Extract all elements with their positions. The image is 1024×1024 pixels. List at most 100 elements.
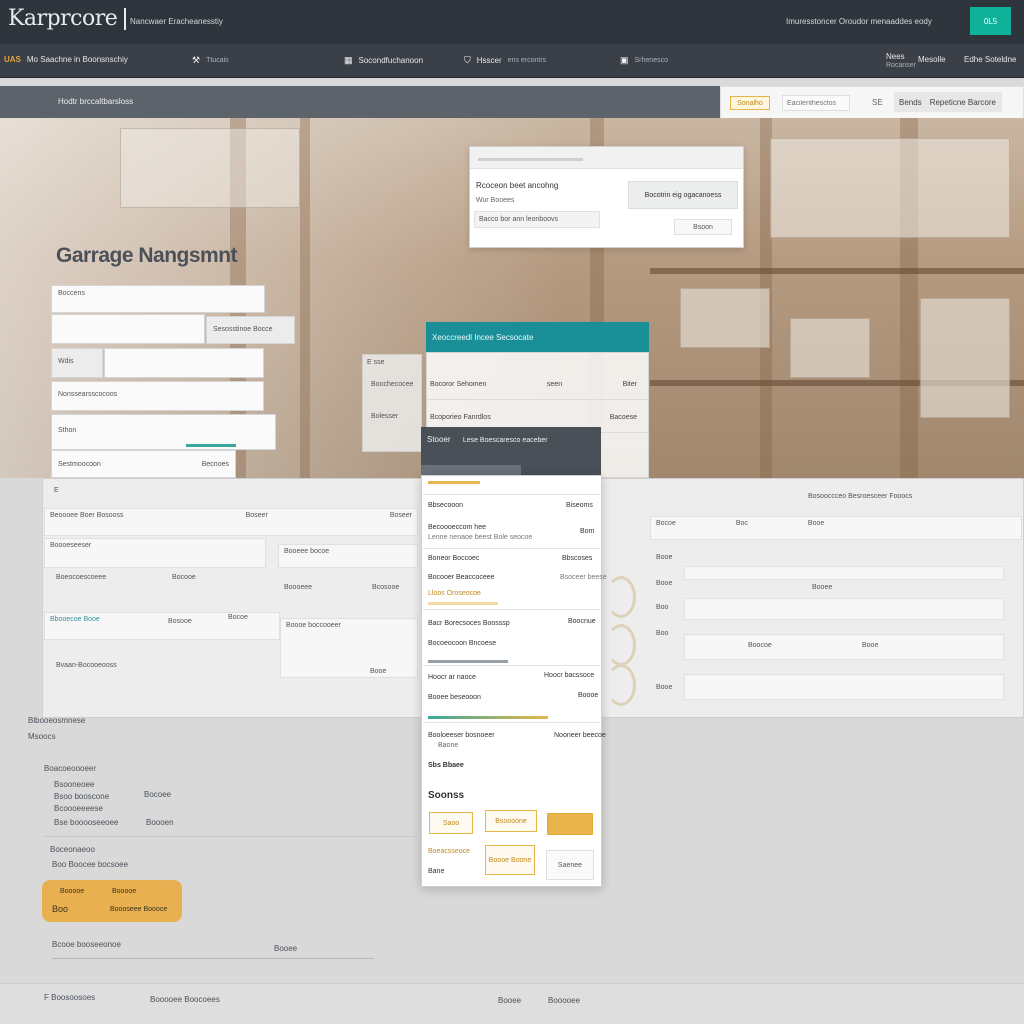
table-cell: seen [546,381,563,388]
filter-pill[interactable]: Sonalho [730,96,770,110]
form-input-blank[interactable] [104,348,264,378]
mobile-row-value: Boocnue [568,618,596,625]
mobile-row-label[interactable]: Boneor Boccoec [428,555,479,562]
dialog-secondary-button[interactable]: Bsoon [674,219,732,235]
lower-list-value: Boooen [146,818,174,827]
form-field[interactable]: Nonssearsscocoos [51,381,264,411]
board-cell: Booe [807,520,825,527]
lower-line: Blbooeosmnese [28,716,86,725]
header-action-button[interactable]: 0L5 [970,7,1011,35]
board-cell: Boseer [245,512,268,519]
mobile-row-label[interactable]: Bbsecooon [428,502,463,509]
form-input-blank[interactable] [51,314,205,344]
footer-link[interactable]: Booee [498,996,521,1005]
board-cell[interactable]: Boooeseeser [44,538,266,568]
board-cell[interactable]: Booeee bocoe [278,544,418,568]
nav-item-vehicles[interactable]: ▣ Srhenesco [620,55,668,66]
nav-item-tools[interactable]: ⚒ Ttucais [192,55,229,66]
hero-beam [300,118,310,478]
hero-machine [770,138,1010,238]
nav-primary-label: Mo Saachne in Boonsnschiy [26,55,128,64]
mobile-row-label[interactable]: Sbs Bbaee [428,762,464,769]
board-bar[interactable] [684,566,1004,580]
table-row[interactable]: Bocoror Sehomen seen Biter [426,370,649,400]
nav-item-label: Hsscer [476,56,502,65]
board-row[interactable]: Bocoe Boc Booe [650,516,1022,540]
lower-list-key[interactable]: Bsoo booscone [54,792,109,801]
sort-label[interactable]: SE [872,98,883,107]
footer-left[interactable]: F Boosoosoes [44,993,95,1002]
board-cell: Bocooe [172,574,196,581]
nav-right-label: Edhe Soteldne [964,55,1017,64]
mobile-option-button[interactable]: Bsoooone [485,810,537,832]
nav-right-label: Nees [886,52,905,61]
side-tab-row[interactable]: Boochecocee [371,381,413,388]
form-progress [186,444,236,447]
form-field[interactable]: Sthon [51,414,276,450]
toolbar-select[interactable]: Bends Repeticne Barcore [894,92,1002,112]
nav-right-messages[interactable]: Mesolle [918,55,946,64]
footer-mid[interactable]: Booooee Boocoees [150,995,220,1004]
board-cell: Boeocoescoeee [56,574,107,581]
mobile-row-label[interactable]: Becoooeccom hee [428,524,486,531]
form-field[interactable]: Boccens [51,285,265,313]
hero-crate [680,288,770,348]
side-tab-row[interactable]: Bolesser [371,413,398,420]
calendar-icon: ▦ [344,55,353,65]
mobile-option-button[interactable]: Saoo [429,812,473,834]
board-cell: Boo [656,630,669,637]
lower-section-title: Boacoeoooeer [44,764,97,773]
form-field-select[interactable]: Sestmoocoon Becnoes [51,450,236,478]
mobile-row-sub: Lloos Oroseocoe [428,590,481,597]
board-bar[interactable] [684,598,1004,620]
mobile-row-label[interactable]: Booee beseooon [428,694,481,701]
promo-card[interactable]: Booooe Booooe Boo Boooseee Boooce [42,880,182,922]
nav-item-sublabel: ens ercontrs [507,57,547,64]
header-info-text: Imuresstoncer Oroudor menaaddes eody [786,17,932,26]
breadcrumb[interactable]: Hodtr brccaltbarsloss [58,97,133,106]
toolbar-search-input[interactable] [782,95,850,111]
board-cell[interactable]: Boooe boccooeer [280,618,418,678]
mobile-row-label[interactable]: Booloeeser bosnoeer [428,732,495,739]
dialog-input[interactable]: Bacco bor ann leonboovs [474,211,600,228]
hero-shelf [650,268,1024,274]
mobile-option-button[interactable]: Saenee [546,850,594,880]
mobile-option-button[interactable]: Boooe Boone [485,845,535,875]
mobile-row-label[interactable]: Bacr Borecsoces Boosssp [428,620,510,627]
dialog-header-bar [478,158,583,161]
mobile-panel-subtitle: Lese Boescaresco eaceber [462,437,548,444]
car-icon: ▣ [620,55,629,65]
app-logo[interactable]: Karprcore [8,6,118,31]
dialog-primary-button[interactable]: Bocotrin eig ogacanoess [628,181,738,209]
nav-home[interactable]: UAS Mo Saachne in Boonsnschiy [4,55,128,64]
mobile-row-label[interactable]: Bocoeocoon Bncoese [428,640,496,647]
footer-link[interactable]: Booooee [548,996,580,1005]
board-bar[interactable] [684,674,1004,700]
lower-list-key[interactable]: Bse booooseeoee [54,818,119,827]
nav-right-news[interactable]: Nees Rocanser [886,52,916,69]
mobile-row-label[interactable]: Bocooer Beaccoceee [428,574,495,581]
mobile-panel-title: Stooer [427,435,451,444]
lower-footer-label: Bcooe booseeonoe [52,940,121,949]
board-row[interactable]: Beoooee Boer Bosooss Boseer Boseer [44,508,418,536]
scroll-indicator [606,624,636,666]
nav-right-settings[interactable]: Edhe Soteldne [964,55,1017,64]
mobile-row-value: Hoocr bacssoce [544,672,595,679]
form-tag-button[interactable]: Sesosstinoe Bocce [206,316,295,344]
promo-text: Booooe [112,888,137,895]
lower-list-key[interactable]: Bcoooeeeese [54,804,103,813]
hero-window [120,128,300,208]
board-cell: Boooeee [284,584,313,591]
mobile-row-sub: Lenne nenaoe beest Bole seocoe [428,534,533,541]
nav-item-security[interactable]: ⛉ Hsscer ens ercontrs [464,55,546,66]
form-tag[interactable]: Wdis [51,348,103,378]
nav-item-label: Ttucais [206,57,229,64]
board-cell: Booe [370,668,387,675]
mobile-row-label[interactable]: Hoocr ar naoce [428,674,476,681]
lower-footer-value: Booee [274,944,298,953]
nav-item-schedule[interactable]: ▦ Socondfuchanoon [344,55,423,66]
lower-list-key[interactable]: Bsooneoee [54,780,94,789]
mobile-primary-button[interactable] [547,813,593,835]
board-bar[interactable] [684,634,1004,660]
board-cell: Booe [656,580,673,587]
